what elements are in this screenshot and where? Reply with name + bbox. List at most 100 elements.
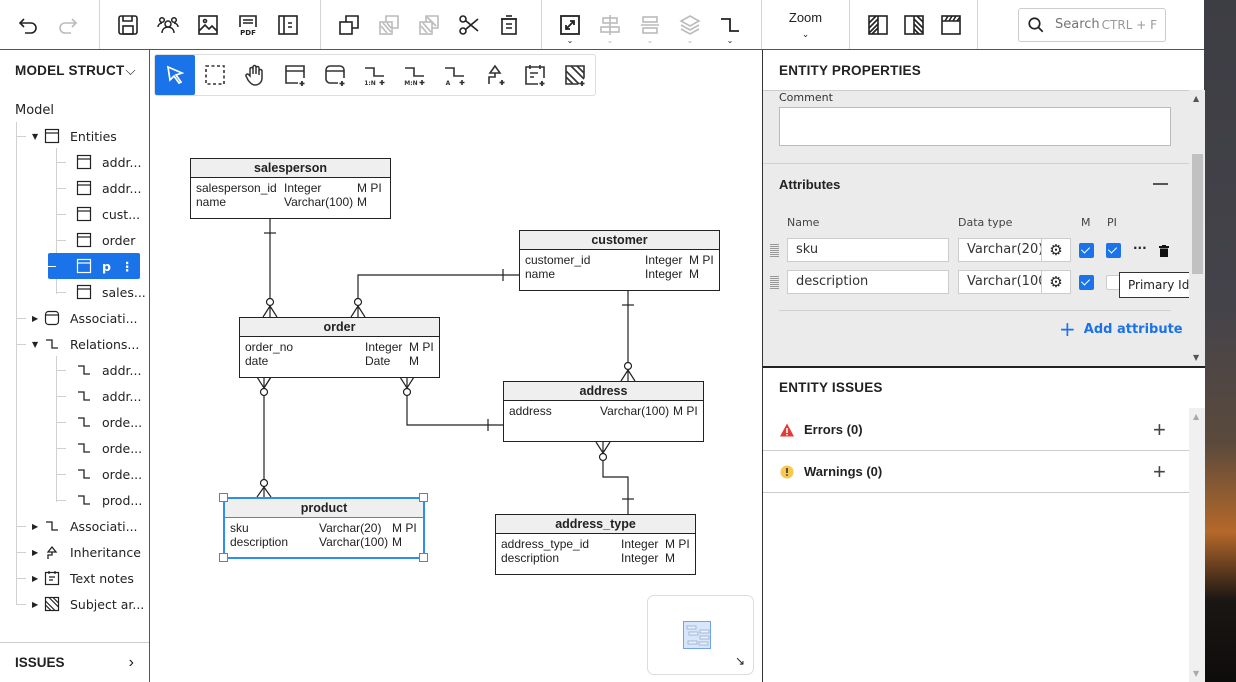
drag-handle-icon[interactable] — [770, 276, 779, 289]
layers-button[interactable]: ⌄ — [670, 5, 710, 45]
more-options-icon[interactable]: ··· — [1133, 241, 1147, 255]
scroll-up-arrow-icon[interactable]: ▲ — [1193, 94, 1199, 103]
relationship-customer-address[interactable] — [620, 290, 636, 382]
comment-textarea[interactable] — [779, 107, 1171, 146]
attribute-type-input[interactable]: Varchar(100) — [958, 270, 1052, 294]
caret-down-icon[interactable]: ▼ — [32, 340, 44, 349]
scroll-down-arrow-icon[interactable]: ▼ — [1193, 353, 1199, 362]
toggle-left-panel-button[interactable] — [860, 5, 896, 45]
entity-address[interactable]: address address Varchar(100) M PI — [503, 381, 704, 442]
tree-item-relationship[interactable]: prod... — [76, 487, 142, 513]
search-input[interactable] — [1055, 17, 1099, 32]
tree-item-entity[interactable]: order — [76, 227, 135, 253]
attribute-type-settings-button[interactable]: ⚙ — [1041, 238, 1071, 262]
resize-handle-nw[interactable] — [219, 493, 228, 502]
resize-handle-ne[interactable] — [419, 493, 428, 502]
paste-format-button[interactable] — [409, 5, 449, 45]
entity-address-type[interactable]: address_type address_type_id Integer M PI … — [495, 514, 696, 575]
undo-button[interactable] — [8, 5, 48, 45]
tree-item-subject-areas[interactable]: ▶ Subject ar... — [32, 591, 144, 617]
add-attribute-button[interactable]: + Add attribute — [1059, 317, 1183, 341]
tree-item-entity-selected[interactable]: p ⋮ — [48, 253, 140, 279]
minimap-viewport[interactable] — [683, 621, 711, 649]
tree-item-entities[interactable]: ▼ Entities — [32, 123, 117, 149]
zoom-dropdown[interactable]: Zoom ⌄ — [762, 0, 850, 49]
scrollbar-thumb[interactable] — [1192, 154, 1203, 274]
tree-item-association-relationships[interactable]: ▶ Associati... — [32, 513, 138, 539]
paste-button[interactable] — [369, 5, 409, 45]
tree-item-associations[interactable]: ▶ Associati... — [32, 305, 138, 331]
tree-item-relationship[interactable]: orde... — [76, 409, 142, 435]
scroll-down-arrow-icon[interactable]: ▼ — [1193, 669, 1199, 678]
export-image-button[interactable] — [188, 5, 228, 45]
collapse-attributes-button[interactable] — [1153, 183, 1168, 185]
model-structure-header[interactable]: MODEL STRUCT⌵ — [15, 63, 136, 79]
attribute-type-settings-button[interactable]: ⚙ — [1041, 270, 1071, 294]
tree-item-relationship[interactable]: addr... — [76, 383, 141, 409]
tree-item-inheritance[interactable]: ▶ Inheritance — [32, 539, 141, 565]
relationship-address-type-address[interactable] — [595, 441, 634, 514]
errors-row[interactable]: Errors (0) + — [763, 409, 1189, 451]
mandatory-checkbox[interactable] — [1079, 275, 1094, 290]
caret-right-icon[interactable]: ▶ — [32, 548, 44, 557]
entity-product[interactable]: product sku Varchar(20) M PI description Va… — [223, 497, 425, 559]
tree-item-entity[interactable]: cust... — [76, 201, 140, 227]
issues-scrollbar[interactable]: ▲ ▼ — [1189, 408, 1205, 682]
delete-button[interactable] — [489, 5, 529, 45]
relationship-customer-order[interactable] — [350, 269, 519, 318]
caret-right-icon[interactable]: ▶ — [32, 314, 44, 323]
resize-handle-sw[interactable] — [219, 553, 228, 562]
caret-right-icon[interactable]: ▶ — [32, 600, 44, 609]
drag-handle-icon[interactable] — [770, 244, 779, 257]
collaborators-button[interactable] — [148, 5, 188, 45]
relationship-order-address[interactable] — [399, 376, 503, 431]
scroll-up-arrow-icon[interactable]: ▲ — [1193, 412, 1199, 421]
relationship-salesperson-order[interactable] — [262, 218, 278, 318]
tree-item-relationship[interactable]: orde... — [76, 435, 142, 461]
save-button[interactable] — [108, 5, 148, 45]
caret-down-icon[interactable]: ▼ — [32, 132, 44, 141]
fit-button[interactable]: ⌄ — [550, 5, 590, 45]
resize-handle-se[interactable] — [419, 553, 428, 562]
report-button[interactable] — [268, 5, 308, 45]
distribute-button[interactable]: ⌄ — [630, 5, 670, 45]
caret-right-icon[interactable]: ▶ — [32, 574, 44, 583]
mandatory-checkbox[interactable] — [1079, 243, 1094, 258]
line-style-button[interactable]: ⌄ — [710, 5, 750, 45]
primary-identifier-checkbox[interactable] — [1106, 243, 1121, 258]
delete-attribute-icon[interactable] — [1159, 245, 1169, 257]
align-button[interactable]: ⌄ — [590, 5, 630, 45]
relationship-order-product[interactable] — [256, 376, 272, 498]
entity-customer[interactable]: customer customer_id Integer M PI name Inte… — [519, 230, 720, 291]
tree-item-relationships[interactable]: ▼ Relations... — [32, 331, 139, 357]
caret-right-icon[interactable]: ▶ — [32, 522, 44, 531]
tree-item-entity[interactable]: addr... — [76, 175, 141, 201]
attribute-type-input[interactable]: Varchar(20) — [958, 238, 1045, 262]
cut-button[interactable] — [449, 5, 489, 45]
minimap-collapse-icon[interactable]: ↘ — [735, 654, 745, 668]
attribute-name-input[interactable]: description — [787, 270, 949, 294]
tree-item-relationship[interactable]: addr... — [76, 357, 141, 383]
expand-errors-icon[interactable]: + — [1153, 417, 1166, 443]
entity-order[interactable]: order order_no Integer M PI date Date M — [239, 317, 440, 378]
toggle-top-panel-button[interactable] — [933, 5, 969, 45]
export-pdf-button[interactable]: PDF — [228, 5, 268, 45]
copy-button[interactable] — [329, 5, 369, 45]
diagram-canvas[interactable]: 1:N M:N A salesperson salesperson_id Int… — [150, 50, 762, 682]
expand-warnings-icon[interactable]: + — [1153, 459, 1166, 485]
tree-item-entity[interactable]: sales... — [76, 279, 146, 305]
attribute-name-input[interactable]: sku — [787, 238, 949, 262]
redo-button[interactable] — [48, 5, 88, 45]
properties-scrollbar[interactable]: ▲ ▼ — [1189, 90, 1205, 366]
tree-root-model[interactable]: Model — [15, 103, 54, 118]
tree-item-text-notes[interactable]: ▶ Text notes — [32, 565, 134, 591]
toggle-right-panel-button[interactable] — [896, 5, 932, 45]
more-vertical-icon[interactable]: ⋮ — [121, 259, 134, 274]
tree-item-entity[interactable]: addr... — [76, 149, 141, 175]
minimap[interactable]: ↘ — [647, 595, 754, 675]
search-box[interactable]: CTRL + F — [1018, 7, 1166, 42]
tree-item-relationship[interactable]: orde... — [76, 461, 142, 487]
warnings-row[interactable]: Warnings (0) + — [763, 451, 1189, 493]
issues-section-toggle[interactable]: ISSUES › — [0, 642, 149, 682]
entity-salesperson[interactable]: salesperson salesperson_id Integer M PI na… — [190, 158, 391, 219]
